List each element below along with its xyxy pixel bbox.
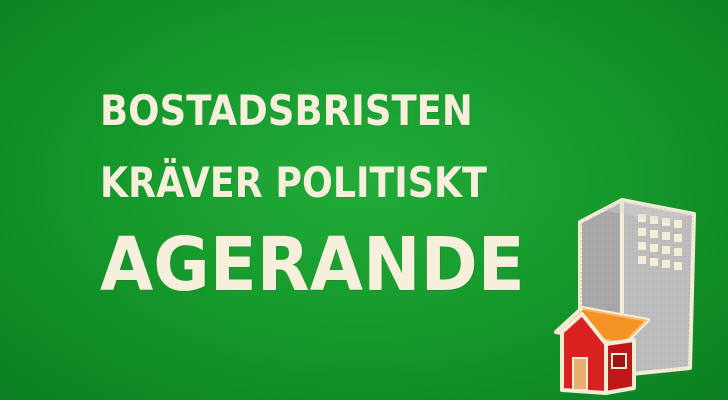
headline-line-3: AGERANDE xyxy=(100,222,525,308)
red-house-icon xyxy=(554,306,650,395)
headline-line-2: KRÄVER POLITISKT xyxy=(100,158,487,207)
headline-line-1: BOSTADSBRISTEN xyxy=(100,86,473,135)
banner: BOSTADSBRISTEN KRÄVER POLITISKT AGERANDE xyxy=(0,0,728,400)
housing-illustration xyxy=(554,198,696,395)
